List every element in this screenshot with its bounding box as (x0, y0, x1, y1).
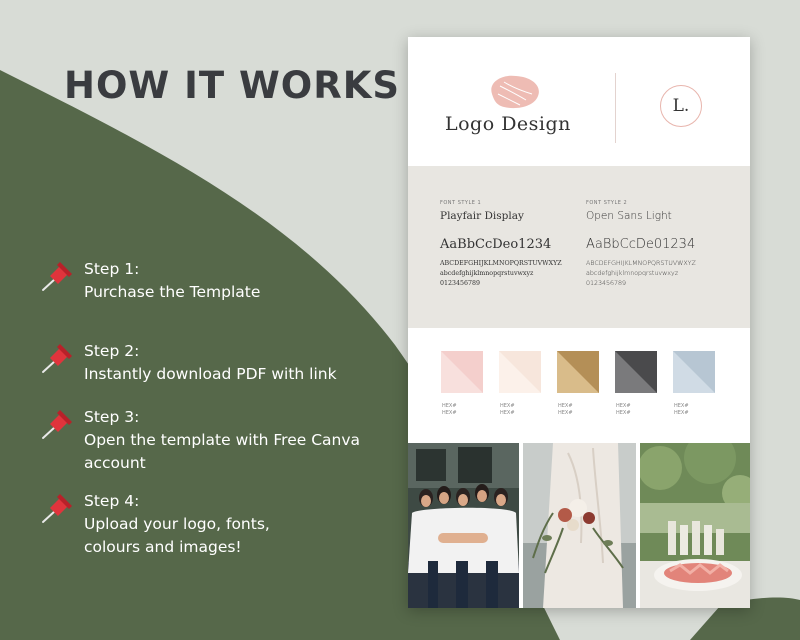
font-uppercase: ABCDEFGHIJKLMNOPQRSTUVWXYZ (440, 260, 562, 267)
hex-label: HEX# (616, 410, 631, 416)
color-swatch-4 (615, 351, 657, 393)
brand-board-preview: Logo Design L. FONT STYLE 1 Playfair Dis… (408, 37, 750, 608)
hex-label: HEX# (558, 403, 573, 409)
photo-group-women (408, 443, 519, 608)
hex-label: HEX# (674, 410, 689, 416)
divider (615, 73, 616, 143)
photo-food-table (640, 443, 750, 608)
font-digits: 0123456789 (440, 280, 481, 287)
color-swatch-2 (499, 351, 541, 393)
font-name: Open Sans Light (586, 210, 672, 222)
pushpin-icon (42, 344, 72, 373)
font-lowercase: abcdefghijklmnopqrstuvwxyz (440, 270, 534, 277)
step-label: Step 4: (84, 492, 140, 510)
step-4: Step 4: Upload your logo, fonts, colours… (40, 490, 364, 559)
step-label: Step 1: (84, 260, 140, 278)
hex-label: HEX# (442, 403, 457, 409)
step-description-cont: account (84, 454, 146, 472)
step-2: Step 2: Instantly download PDF with link (40, 340, 364, 386)
color-swatch-3 (557, 351, 599, 393)
step-description: Open the template with Free Canva (84, 431, 361, 449)
pushpin-icon (42, 410, 72, 439)
pushpin-icon (42, 262, 72, 291)
step-1: Step 1: Purchase the Template (40, 258, 364, 304)
font-lowercase: abcdefghijklmnopqrstuvwxyz (586, 270, 679, 277)
hex-label: HEX# (616, 403, 631, 409)
font-style-label: FONT STYLE 2 (586, 200, 628, 206)
font-sample: AaBbCcDeo1234 (440, 237, 552, 252)
page-title: HOW IT WORKS (64, 64, 401, 107)
hex-label: HEX# (558, 410, 573, 416)
font-sample: AaBbCcDe01234 (586, 237, 696, 252)
step-3: Step 3: Open the template with Free Canv… (40, 406, 364, 475)
color-swatch-1 (441, 351, 483, 393)
hex-label: HEX# (442, 410, 457, 416)
hex-label: HEX# (500, 403, 515, 409)
color-palette: HEX# HEX# HEX# HEX# HEX# HEX# HEX# HEX# HEX#… (408, 351, 750, 431)
step-description: Purchase the Template (84, 283, 261, 301)
font-style-1: FONT STYLE 1 Playfair Display AaBbCcDeo1… (440, 200, 562, 289)
logo-blob-icon (491, 75, 539, 109)
color-swatch-5 (673, 351, 715, 393)
font-uppercase: ABCDEFGHIJKLMNOPQRSTUVWXYZ (586, 260, 696, 267)
step-label: Step 2: (84, 342, 140, 360)
photo-bride-bouquet (523, 443, 636, 608)
hex-label: HEX# (674, 403, 689, 409)
step-description: Upload your logo, fonts, (84, 515, 270, 533)
step-label: Step 3: (84, 408, 140, 426)
hex-label: HEX# (500, 410, 515, 416)
font-styles-panel: FONT STYLE 1 Playfair Display AaBbCcDeo1… (408, 166, 750, 328)
font-style-2: FONT STYLE 2 Open Sans Light AaBbCcDe012… (586, 200, 696, 289)
pushpin-icon (42, 494, 72, 523)
logo-text: Logo Design (445, 113, 571, 135)
font-name: Playfair Display (440, 210, 524, 222)
step-description: Instantly download PDF with link (84, 365, 337, 383)
monogram-badge: L. (660, 85, 702, 127)
font-digits: 0123456789 (586, 280, 627, 287)
font-style-label: FONT STYLE 1 (440, 200, 482, 206)
step-description-cont: colours and images! (84, 538, 242, 556)
